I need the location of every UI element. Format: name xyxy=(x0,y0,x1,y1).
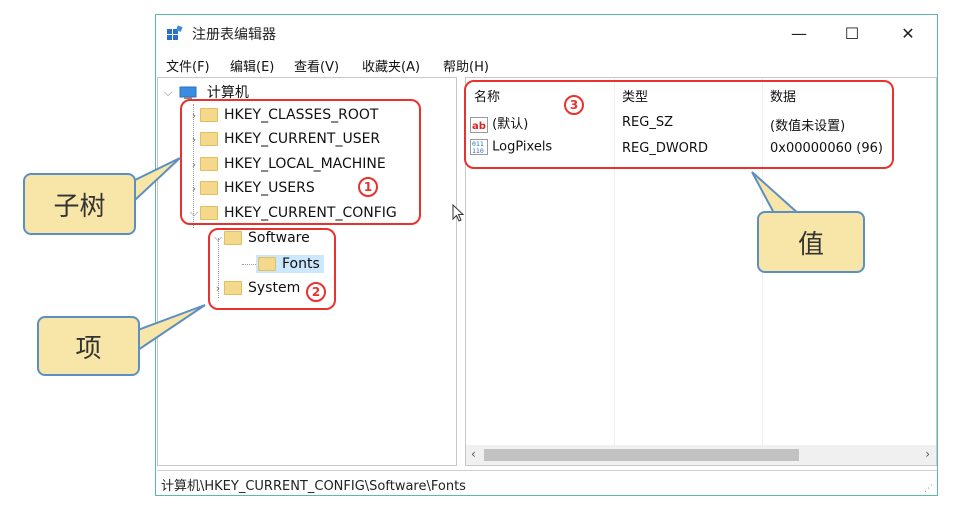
callout-tail-subtree xyxy=(134,157,181,203)
callout-tail-value xyxy=(751,171,803,216)
callout-subtree: 子树 xyxy=(23,173,136,235)
callout-tail-item xyxy=(137,304,206,352)
callout-item: 项 xyxy=(37,316,140,376)
callout-value: 值 xyxy=(757,211,865,273)
